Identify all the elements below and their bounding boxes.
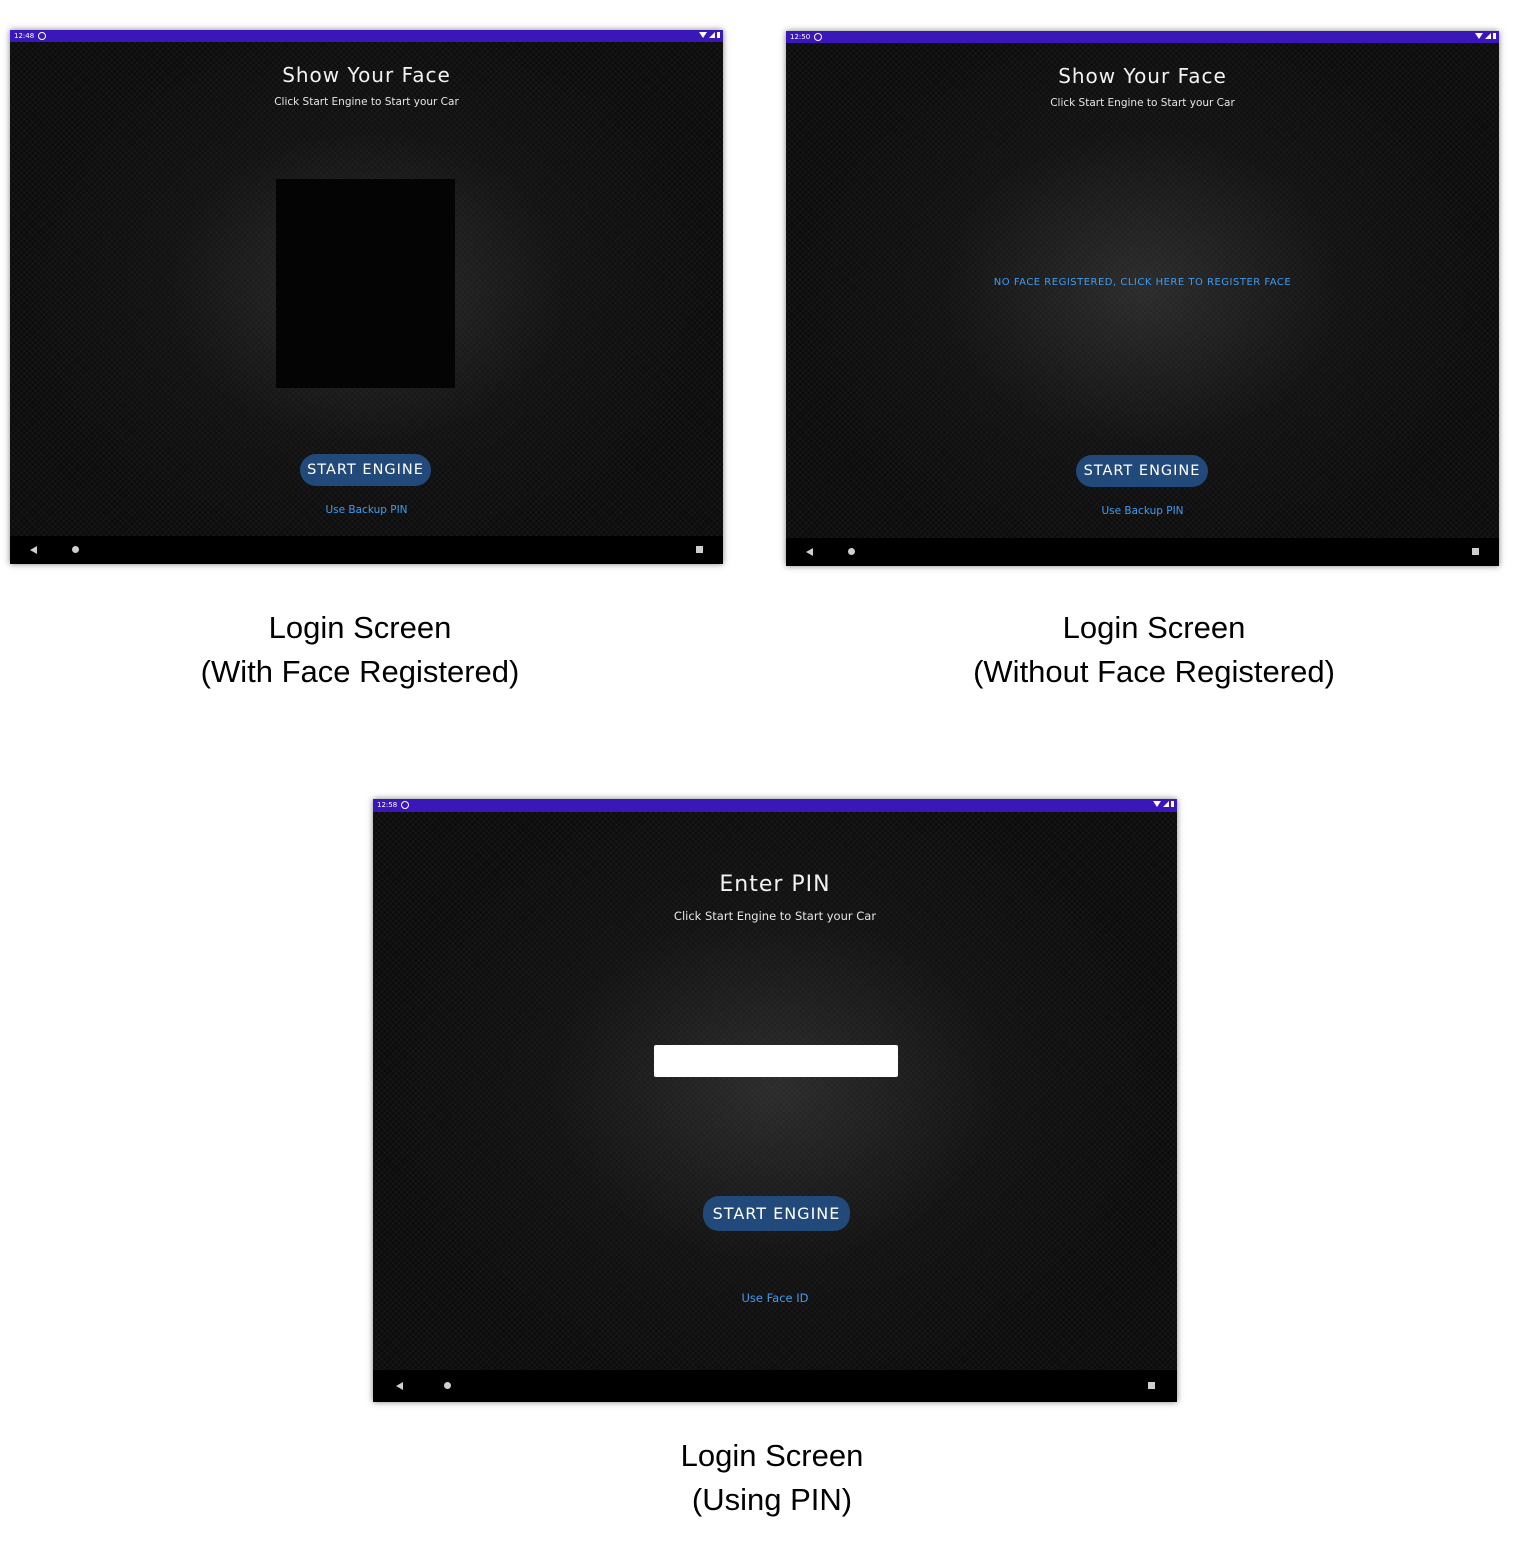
status-time: 12:48: [14, 32, 35, 40]
back-icon[interactable]: [396, 1382, 403, 1390]
page-title: Show Your Face: [1058, 64, 1227, 88]
caption-face-registered: Login Screen (With Face Registered): [160, 606, 560, 694]
battery-icon: [1493, 33, 1496, 39]
caption-line2: (Without Face Registered): [973, 654, 1335, 689]
navigation-bar: [373, 1370, 1177, 1402]
login-screen-face-registered: 12:48 Show Your Face Click Start Engine …: [10, 30, 723, 564]
pin-input[interactable]: [654, 1045, 898, 1077]
signal-icon: [709, 32, 715, 38]
wifi-icon: [1153, 801, 1161, 807]
signal-icon: [1163, 801, 1169, 807]
recents-icon[interactable]: [1148, 1382, 1155, 1389]
status-icons: [1475, 33, 1496, 39]
home-icon[interactable]: [848, 548, 855, 555]
back-icon[interactable]: [30, 546, 37, 554]
status-bar: 12:48: [10, 30, 723, 42]
page-subtitle: Click Start Engine to Start your Car: [274, 96, 459, 108]
caption-line2: (With Face Registered): [200, 654, 520, 689]
login-screen-pin: 12:58 Enter PIN Click Start Engine to St…: [373, 799, 1177, 1402]
status-time: 12:50: [790, 33, 811, 41]
navigation-bar: [10, 536, 723, 564]
use-backup-pin-link[interactable]: Use Backup PIN: [10, 504, 723, 516]
camera-preview: [276, 179, 455, 388]
app-notification-icon: [38, 32, 46, 40]
wifi-icon: [699, 32, 707, 38]
register-face-link[interactable]: NO FACE REGISTERED, CLICK HERE TO REGIST…: [786, 277, 1499, 288]
back-icon[interactable]: [806, 548, 813, 556]
start-engine-button[interactable]: START ENGINE: [703, 1196, 850, 1231]
app-notification-icon: [401, 801, 409, 809]
start-engine-button[interactable]: START ENGINE: [1076, 455, 1208, 487]
use-face-id-link[interactable]: Use Face ID: [373, 1291, 1177, 1305]
recents-icon[interactable]: [1472, 548, 1479, 555]
page-title: Show Your Face: [282, 63, 451, 87]
use-backup-pin-link[interactable]: Use Backup PIN: [786, 505, 1499, 517]
caption-line1: Login Screen: [268, 610, 452, 645]
home-icon[interactable]: [72, 546, 79, 553]
page-subtitle: Click Start Engine to Start your Car: [673, 909, 877, 923]
recents-icon[interactable]: [696, 546, 703, 553]
battery-icon: [1171, 801, 1174, 807]
app-notification-icon: [814, 33, 822, 41]
status-bar: 12:58: [373, 799, 1177, 812]
login-screen-no-face: 12:50 Show Your Face Click Start Engine …: [786, 31, 1499, 566]
status-icons: [1153, 801, 1174, 807]
status-time: 12:58: [377, 801, 398, 809]
start-engine-button[interactable]: START ENGINE: [300, 454, 431, 486]
status-icons: [699, 32, 720, 38]
home-icon[interactable]: [444, 1382, 451, 1389]
navigation-bar: [786, 538, 1499, 566]
page-title: Enter PIN: [719, 872, 831, 897]
caption-line2: (Using PIN): [691, 1482, 853, 1517]
caption-using-pin: Login Screen (Using PIN): [572, 1434, 972, 1522]
caption-line1: Login Screen: [1062, 610, 1246, 645]
caption-line1: Login Screen: [680, 1438, 864, 1473]
caption-no-face: Login Screen (Without Face Registered): [929, 606, 1379, 694]
signal-icon: [1485, 33, 1491, 39]
battery-icon: [717, 32, 720, 38]
status-bar: 12:50: [786, 31, 1499, 43]
page-subtitle: Click Start Engine to Start your Car: [1050, 97, 1235, 109]
wifi-icon: [1475, 33, 1483, 39]
